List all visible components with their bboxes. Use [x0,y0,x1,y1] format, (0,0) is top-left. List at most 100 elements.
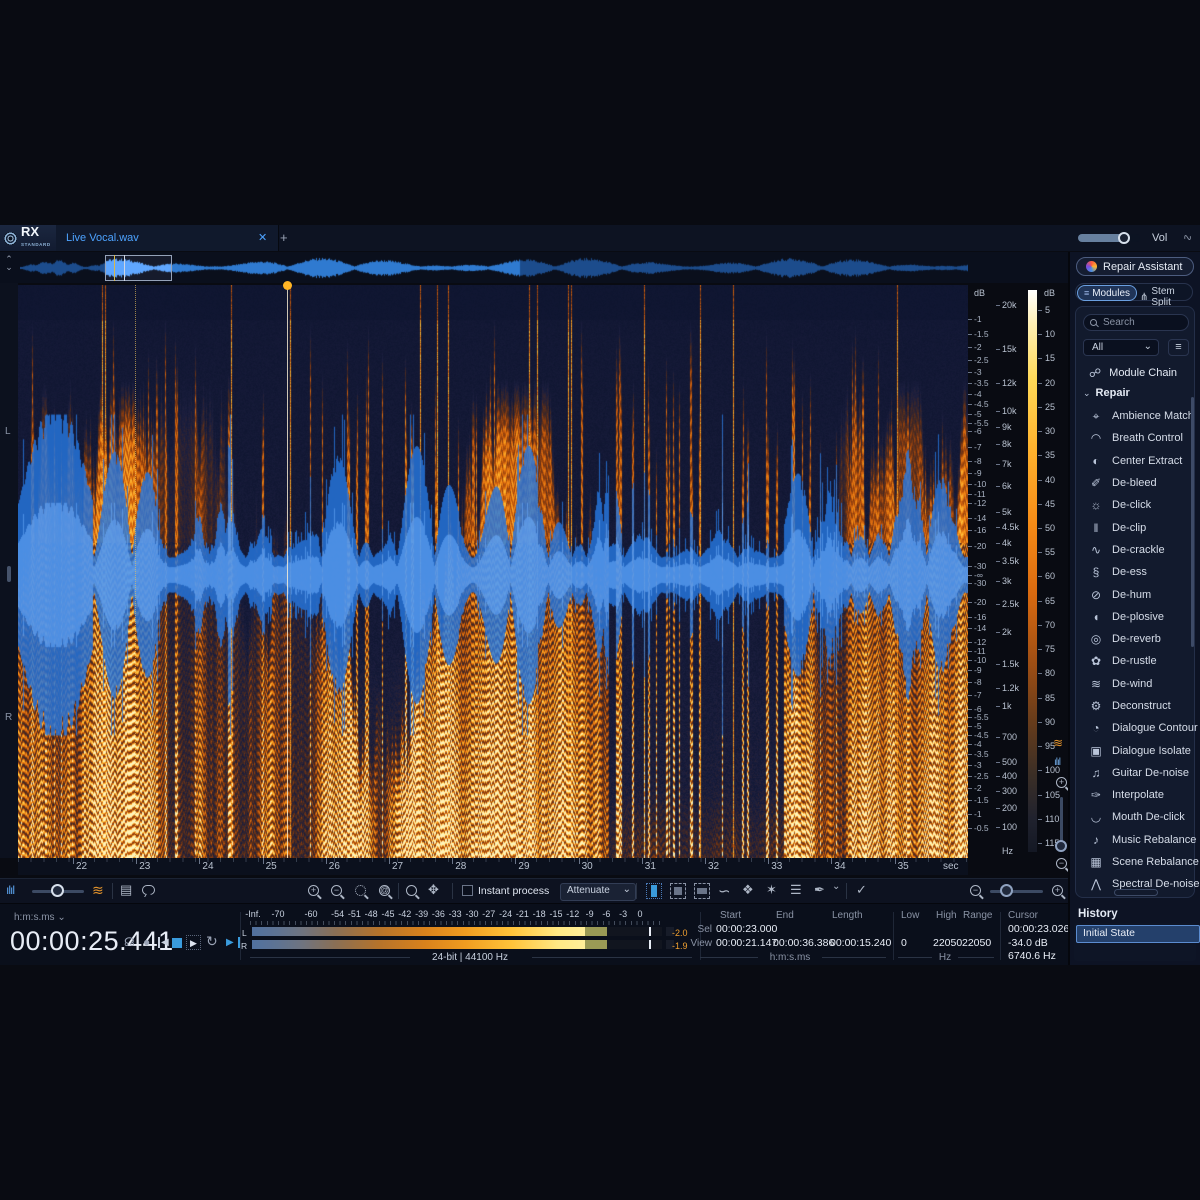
hand-tool-icon[interactable] [428,882,439,898]
lasso-selection-icon[interactable] [718,882,731,900]
freq-low-value[interactable]: 0 [901,937,907,949]
horizontal-zoom-out-icon[interactable]: − [970,885,981,896]
module-item-center-extract[interactable]: ◐Center Extract [1078,450,1190,472]
colorbar-tick-label: 105 [1045,790,1060,800]
clipboard-icon[interactable] [120,882,132,898]
comment-icon[interactable] [142,885,155,895]
module-item-de-rustle[interactable]: ✿De-rustle [1078,650,1190,672]
repair-assistant-button[interactable]: Repair Assistant [1076,257,1194,276]
module-item-de-click[interactable]: ☼De-click [1078,494,1190,516]
feather-dropdown-icon[interactable] [832,881,840,892]
cursor-freq-value: 6740.6 Hz [1008,950,1056,962]
level-meter-right[interactable] [252,940,662,949]
search-input[interactable] [1101,316,1175,329]
loop-button[interactable] [206,933,218,950]
spectrogram-canvas[interactable] [18,285,968,858]
tab-stem-split-label: Stem Split [1151,286,1192,308]
module-item-dialogue-isolate[interactable]: ▣Dialogue Isolate [1078,739,1190,761]
vertical-zoom-slider[interactable] [1060,797,1063,843]
level-meter-left[interactable] [252,927,662,936]
view-end-value[interactable]: 00:00:36.386 [773,937,834,949]
tab-modules[interactable]: Modules [1077,285,1137,301]
module-item-de-ess[interactable]: §De-ess [1078,561,1190,583]
new-tab-button[interactable]: + [280,230,288,245]
magnifier-tool-icon[interactable] [406,885,417,896]
category-filter-select[interactable]: All [1083,339,1159,356]
module-chain-item[interactable]: Module Chain [1083,363,1189,383]
horizontal-zoom-track[interactable] [990,890,1043,893]
module-item-de-wind[interactable]: ≋De-wind [1078,673,1190,695]
vertical-spectrogram-icon[interactable] [1053,736,1063,750]
zoom-selection-icon[interactable]: − [331,885,342,896]
vertical-zoom-knob[interactable] [1055,840,1067,852]
vertical-zoom-out-icon[interactable]: − [1056,858,1067,869]
horizontal-zoom-in-icon[interactable]: + [1052,885,1063,896]
module-item-breath-control[interactable]: ◠Breath Control [1078,427,1190,449]
zoom-in-time-icon[interactable]: + [308,885,319,896]
module-item-de-crackle[interactable]: ∿De-crackle [1078,539,1190,561]
horizontal-zoom-knob[interactable] [1000,884,1013,897]
waveform-view-icon[interactable] [6,883,14,897]
frequency-selection-tool[interactable] [694,883,710,899]
module-list-scrollbar[interactable] [1191,397,1194,647]
module-item-dialogue-contour[interactable]: ◔Dialogue Contour [1078,717,1190,739]
volume-slider-knob[interactable] [1118,232,1130,244]
history-item[interactable]: Initial State [1076,925,1200,943]
magic-wand-icon[interactable] [766,882,777,898]
freq-high-value[interactable]: 22050 [933,937,962,949]
module-item-interpolate[interactable]: ✑Interpolate [1078,784,1190,806]
playhead-line[interactable] [287,285,288,858]
curve-tool-icon[interactable] [856,882,867,898]
record-button[interactable]: ● [143,935,150,949]
tab-live-vocal[interactable]: Live Vocal.wav ✕ [56,225,279,251]
module-item-scene-rebalance[interactable]: ▦Scene Rebalance [1078,851,1190,873]
sel-start-value[interactable]: 00:00:23.000 [716,923,777,935]
signal-generator-icon[interactable] [1181,230,1194,245]
view-start-value[interactable]: 00:00:21.147 [716,937,777,949]
module-search[interactable] [1083,314,1189,331]
spectrogram-view-icon[interactable] [92,882,104,899]
vertical-waveform-icon[interactable] [1054,757,1060,768]
module-item-de-plosive[interactable]: ◖De-plosive [1078,606,1190,628]
volume-slider[interactable] [1078,234,1140,242]
module-item-deconstruct[interactable]: ⚙Deconstruct [1078,695,1190,717]
panel-resize-handle[interactable] [1114,889,1158,896]
colorbar-tick [1038,552,1042,553]
time-frequency-selection-tool[interactable] [670,883,686,899]
instant-process-checkbox[interactable] [462,885,473,896]
stop-button[interactable] [172,938,182,948]
module-item-de-hum[interactable]: ⊘De-hum [1078,583,1190,605]
vertical-zoom-in-icon[interactable]: + [1056,777,1067,788]
harmonic-selection-icon[interactable] [790,882,802,898]
module-item-mouth-de-click[interactable]: ◡Mouth De-click [1078,806,1190,828]
module-item-de-bleed[interactable]: ✐De-bleed [1078,472,1190,494]
play-selection-button[interactable]: ▶ [186,935,201,950]
zoom-region-icon[interactable] [355,885,366,896]
panel-menu-button[interactable] [1168,339,1189,356]
feather-tool-icon[interactable] [814,882,825,898]
go-to-start-button[interactable] [158,937,160,948]
process-mode-select[interactable]: Attenuate [560,883,636,901]
module-item-music-rebalance[interactable]: ♪Music Rebalance [1078,829,1190,851]
tab-stem-split[interactable]: Stem Split [1140,286,1192,308]
time-ruler[interactable]: 2223242526272829303132333435sec [18,858,968,875]
brush-selection-icon[interactable] [742,882,754,898]
playhead-marker[interactable] [283,281,292,290]
repair-section-header[interactable]: Repair [1083,387,1130,399]
zoom-reset-icon[interactable]: @ [379,885,390,896]
module-item-guitar-de-noise[interactable]: ♫Guitar De-noise [1078,762,1190,784]
module-item-ambience-match[interactable]: ⌖Ambience Match [1078,405,1190,427]
view-blend-knob[interactable] [51,884,64,897]
overview-view-window[interactable] [105,255,172,281]
module-item-de-reverb[interactable]: ◎De-reverb [1078,628,1190,650]
module-item-de-clip[interactable]: ‖De-clip [1078,516,1190,538]
view-length-value[interactable]: 00:00:15.240 [830,937,891,949]
tab-close-icon[interactable]: ✕ [258,231,267,244]
go-to-start-icon[interactable]: ◀ [161,937,169,948]
time-selection-tool[interactable] [646,883,662,899]
monitor-icon[interactable] [124,935,135,949]
play-to-end-button[interactable]: ▶ [226,937,234,948]
freq-range-value[interactable]: 22050 [962,937,991,949]
overview-expand-icon[interactable]: ⌃⌄ [3,255,15,271]
channel-split-handle[interactable] [7,566,11,582]
